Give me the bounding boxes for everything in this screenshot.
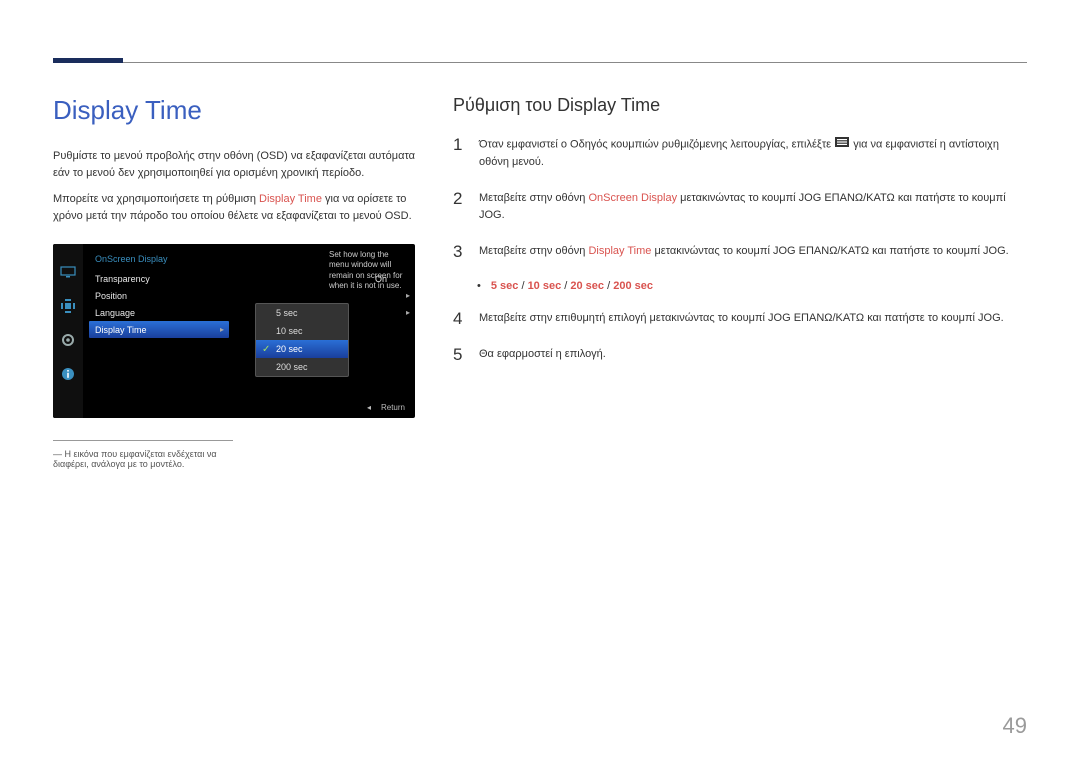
subsection-title: Ρύθμιση του Display Time xyxy=(453,95,1027,116)
osd-option: 10 sec xyxy=(256,322,348,340)
header-accent xyxy=(53,58,123,63)
opt-10sec: 10 sec xyxy=(528,280,562,292)
sep: / xyxy=(604,280,613,292)
osd-return-label: Return xyxy=(367,403,405,412)
display-time-keyword: Display Time xyxy=(259,193,322,205)
options-bullet: • 5 sec / 10 sec / 20 sec / 200 sec xyxy=(477,280,1027,292)
left-column: Display Time Ρυθμίστε το μενού προβολής … xyxy=(53,95,415,469)
intro-paragraph-1: Ρυθμίστε το μενού προβολής στην οθόνη (O… xyxy=(53,148,415,181)
text: Μεταβείτε στην οθόνη xyxy=(479,192,588,204)
page-number: 49 xyxy=(1003,713,1027,739)
text: Θα εφαρμοστεί η επιλογή. xyxy=(479,346,606,364)
osd-item-arrow: ▸ xyxy=(401,291,415,300)
opt-20sec: 20 sec xyxy=(570,280,604,292)
steps-list-continued: Μεταβείτε στην επιθυμητή επιλογή μετακιν… xyxy=(453,310,1027,365)
footnote: ― Η εικόνα που εμφανίζεται ενδέχεται να … xyxy=(53,449,233,469)
osd-icon xyxy=(60,298,76,314)
osd-help-text: Set how long the menu window will remain… xyxy=(329,250,409,292)
bullet-dot: • xyxy=(477,280,481,292)
footnote-text: Η εικόνα που εμφανίζεται ενδέχεται να δι… xyxy=(53,449,217,469)
step-3: Μεταβείτε στην οθόνη Display Time μετακι… xyxy=(453,243,1027,262)
info-icon xyxy=(60,366,76,382)
osd-option: 5 sec xyxy=(256,304,348,322)
opt-200sec: 200 sec xyxy=(613,280,653,292)
footnote-dash: ― xyxy=(53,449,65,459)
section-title: Display Time xyxy=(53,95,415,126)
page-body: Display Time Ρυθμίστε το μενού προβολής … xyxy=(53,95,1027,469)
osd-sidebar xyxy=(53,244,83,418)
text: Μπορείτε να χρησιμοποιήσετε τη ρύθμιση xyxy=(53,193,259,205)
menu-icon xyxy=(834,136,850,154)
step-4: Μεταβείτε στην επιθυμητή επιλογή μετακιν… xyxy=(453,310,1027,329)
footnote-rule: ― Η εικόνα που εμφανίζεται ενδέχεται να … xyxy=(53,440,233,469)
steps-list: Όταν εμφανιστεί ο Οδηγός κουμπιών ρυθμιζ… xyxy=(453,136,1027,262)
onscreen-display-keyword: OnScreen Display xyxy=(588,192,677,204)
osd-item-arrow: ▸ xyxy=(215,325,229,334)
opt-5sec: 5 sec xyxy=(491,280,519,292)
display-time-keyword: Display Time xyxy=(588,245,651,257)
osd-item-arrow: ▸ xyxy=(401,308,415,317)
text: Μεταβείτε στην επιθυμητή επιλογή μετακιν… xyxy=(479,310,1004,328)
step-2: Μεταβείτε στην οθόνη OnScreen Display με… xyxy=(453,190,1027,225)
osd-row-displaytime: Display Time ▸ xyxy=(89,321,229,338)
monitor-icon xyxy=(60,264,76,280)
gear-icon xyxy=(60,332,76,348)
text: μετακινώντας το κουμπί JOG ΕΠΑΝΩ/ΚΑΤΩ κα… xyxy=(651,245,1008,257)
osd-item-label: Display Time xyxy=(95,325,215,335)
osd-dropdown: 5 sec 10 sec 20 sec 200 sec xyxy=(255,303,349,377)
step-1: Όταν εμφανιστεί ο Οδηγός κουμπιών ρυθμιζ… xyxy=(453,136,1027,172)
intro-paragraph-2: Μπορείτε να χρησιμοποιήσετε τη ρύθμιση D… xyxy=(53,191,415,224)
osd-main: OnScreen Display Transparency On Positio… xyxy=(83,244,415,418)
header-rule xyxy=(53,62,1027,63)
sep: / xyxy=(518,280,527,292)
osd-row-language: Language ▸ xyxy=(89,304,415,321)
osd-item-label: Position xyxy=(95,291,351,301)
sep: / xyxy=(561,280,570,292)
osd-item-label: Transparency xyxy=(95,274,351,284)
step-5: Θα εφαρμοστεί η επιλογή. xyxy=(453,346,1027,365)
text: Όταν εμφανιστεί ο Οδηγός κουμπιών ρυθμιζ… xyxy=(479,139,834,151)
osd-screenshot: OnScreen Display Transparency On Positio… xyxy=(53,244,415,418)
text: Μεταβείτε στην οθόνη xyxy=(479,245,588,257)
osd-option-selected: 20 sec xyxy=(256,340,348,358)
osd-option: 200 sec xyxy=(256,358,348,376)
right-column: Ρύθμιση του Display Time Όταν εμφανιστεί… xyxy=(453,95,1027,469)
